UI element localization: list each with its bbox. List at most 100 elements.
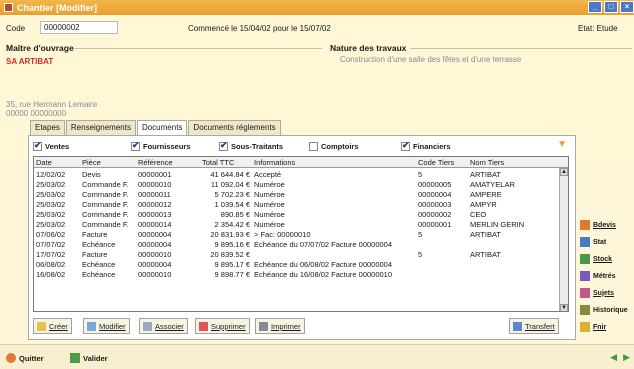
table-row[interactable]: 25/03/02 Commande F. 00000013 890.85 € Numér… [34, 210, 568, 220]
table-cell: Echéance [82, 270, 116, 279]
side-fnir-button[interactable]: Fnir [580, 320, 634, 334]
col-total-ttc[interactable]: Total TTC [202, 158, 234, 167]
table-cell: Echéance [82, 240, 116, 249]
col-informations[interactable]: Informations [254, 158, 295, 167]
filter-financiers[interactable]: Financiers [401, 140, 451, 151]
close-button[interactable]: × [620, 1, 634, 13]
footer-bar: Quitter Valider ◀ ▶ [0, 344, 634, 369]
table-row[interactable]: 25/03/02 Commande F. 00000011 5 702.23 € Num… [34, 190, 568, 200]
table-row[interactable]: 07/07/02 Echéance 00000004 9 895.16 € Echéan… [34, 240, 568, 250]
window-titlebar: Chantier [Modifier] _ □ × [0, 0, 634, 15]
previous-record-icon[interactable]: ◀ [610, 352, 617, 363]
printer-icon [259, 321, 268, 331]
next-record-icon[interactable]: ▶ [623, 352, 630, 363]
create-button[interactable]: Créer [33, 318, 72, 334]
table-cell: AMPERE [470, 190, 502, 199]
quit-button[interactable]: Quitter [6, 351, 44, 365]
table-cell: 11 092.04 € [210, 180, 250, 189]
side-stock-button[interactable]: Stock [580, 252, 634, 266]
maximize-button[interactable]: □ [604, 1, 618, 13]
table-scrollbar[interactable]: ▲ ▼ [559, 168, 568, 311]
owner-address-line1: 35, rue Hermann Lemaire [6, 100, 98, 109]
filter-comptoirs[interactable]: Comptoirs [309, 141, 359, 151]
documents-table: Date Pièce Référence Total TTC Informati… [33, 156, 569, 312]
validate-button[interactable]: Valider [70, 351, 108, 365]
tab-etapes[interactable]: Etapes [30, 120, 65, 135]
filter-fournisseurs[interactable]: Fournisseurs [131, 140, 191, 151]
minimize-button[interactable]: _ [588, 1, 602, 13]
table-row[interactable]: 16/08/02 Echéance 00000010 9 898.77 € Echéan… [34, 270, 568, 280]
table-cell: ARTIBAT [470, 230, 501, 239]
side-metres-button[interactable]: Métrés [580, 269, 634, 283]
col-date[interactable]: Date [36, 158, 52, 167]
table-cell: Echéance du 06/08/02 Facture 00000004 [254, 260, 393, 269]
code-field[interactable]: 00000002 [40, 21, 118, 34]
app-icon [4, 3, 13, 12]
owner-name[interactable]: SA ARTIBAT [6, 57, 53, 66]
table-row[interactable]: 25/03/02 Commande F. 00000012 1 039.54 € Num… [34, 200, 568, 210]
table-cell: 41 644.84 € [210, 170, 250, 179]
table-row[interactable]: 25/03/02 Commande F. 00000014 2 354.42 € Num… [34, 220, 568, 230]
filter-ventes[interactable]: Ventes [33, 140, 69, 151]
table-cell: Facture [82, 230, 108, 239]
owner-title: Maître d'ouvrage [6, 43, 74, 53]
delete-button[interactable]: Supprimer [195, 318, 250, 334]
tab-documents-reglements[interactable]: Documents réglements [188, 120, 281, 135]
scroll-up-icon[interactable]: ▲ [560, 168, 568, 176]
col-nom-tiers[interactable]: Nom Tiers [470, 158, 504, 167]
historique-icon [580, 305, 590, 315]
print-button[interactable]: Imprimer [255, 318, 305, 334]
scroll-down-icon[interactable]: ▼ [560, 304, 568, 311]
table-cell: 5 [418, 170, 423, 179]
table-cell: Facture [82, 250, 108, 259]
owner-address-line2: 00000 00000000 [6, 109, 67, 118]
table-cell: 25/03/02 [36, 190, 66, 199]
side-historique-button[interactable]: Historique [580, 303, 634, 317]
table-row[interactable]: 07/06/02 Facture 00000004 20 831.93 € > Fac:… [34, 230, 568, 240]
edit-doc-icon [87, 321, 96, 331]
table-cell: 5 702.23 € [214, 190, 250, 199]
delete-icon [199, 321, 208, 331]
table-cell: 1 039.54 € [214, 200, 250, 209]
table-cell: 9 898.77 € [214, 270, 250, 279]
table-row[interactable]: 12/02/02 Devis 00000001 41 644.84 € Accepté 5… [34, 170, 568, 180]
table-cell: 12/02/02 [36, 170, 66, 179]
table-row[interactable]: 17/07/02 Facture 00000010 20 839.52 €5 ARTIB… [34, 250, 568, 260]
modify-button[interactable]: Modifier [83, 318, 130, 334]
filter-sous-traitants[interactable]: Sous-Traitants [219, 140, 283, 151]
side-sujets-button[interactable]: Sujets [580, 286, 634, 300]
table-row[interactable]: 25/03/02 Commande F. 00000010 11 092.04 € Nu… [34, 180, 568, 190]
table-cell: Accepté [254, 170, 282, 179]
table-cell: 5 [418, 230, 423, 239]
table-cell: Echéance du 07/07/02 Facture 00000004 [254, 240, 393, 249]
table-cell: Numéroe [254, 200, 285, 209]
metres-icon [580, 271, 590, 281]
table-cell: AMATYELAR [470, 180, 515, 189]
stock-icon [580, 254, 590, 264]
col-code-tiers[interactable]: Code Tiers [418, 158, 454, 167]
table-cell: AMPYR [470, 200, 497, 209]
dates-text: Commencé le 15/04/02 pour le 15/07/02 [188, 24, 331, 33]
sujets-icon [580, 288, 590, 298]
state-text: Etat: Etude [578, 24, 618, 33]
tab-documents[interactable]: Documents [136, 120, 188, 136]
filter-funnel-icon[interactable]: ▼ [557, 139, 567, 150]
window-controls: _ □ × [588, 1, 634, 13]
side-bdevis-button[interactable]: Bdevis [580, 218, 634, 232]
table-cell: 00000005 [418, 180, 452, 189]
table-row[interactable]: 06/08/02 Echéance 00000004 9 895.17 € Echéan… [34, 260, 568, 270]
table-cell: Numéroe [254, 190, 285, 199]
side-stat-button[interactable]: Stat [580, 235, 634, 249]
col-reference[interactable]: Référence [138, 158, 173, 167]
tab-renseignements[interactable]: Renseignements [65, 120, 136, 135]
works-description: Construction d'une salle des fêtes et d'… [340, 55, 522, 64]
col-piece[interactable]: Pièce [82, 158, 101, 167]
works-title: Nature des travaux [330, 43, 407, 53]
table-cell: Echéance du 16/08/02 Facture 00000010 [254, 270, 393, 279]
associate-button[interactable]: Associer [139, 318, 188, 334]
transfer-button[interactable]: Transfert [509, 318, 559, 334]
table-cell: CEO [470, 210, 487, 219]
table-cell: Numéroe [254, 210, 285, 219]
table-cell: 25/03/02 [36, 180, 66, 189]
table-cell: 25/03/02 [36, 200, 66, 209]
